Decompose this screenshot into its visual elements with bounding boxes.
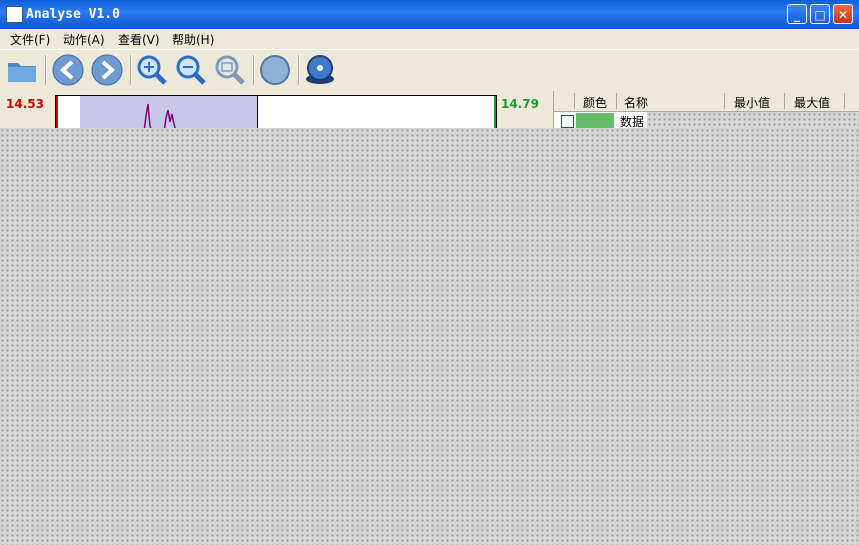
range-min-label: 14.53: [6, 97, 44, 111]
row-color-swatch[interactable]: [576, 113, 614, 128]
column-header-name[interactable]: 名称: [624, 94, 648, 111]
column-header-color[interactable]: 颜色: [583, 94, 607, 111]
column-divider[interactable]: [574, 93, 575, 109]
close-button[interactable]: ✕: [833, 4, 853, 24]
zoom-reset-icon[interactable]: [213, 53, 247, 87]
column-divider[interactable]: [616, 93, 617, 109]
zoom-out-icon[interactable]: [174, 53, 208, 87]
maximize-button[interactable]: □: [810, 4, 830, 24]
toolbar-separator: [45, 55, 47, 85]
obscured-region: [647, 112, 859, 128]
obscured-region: [0, 128, 859, 545]
menu-bar: 文件(F) 动作(A) 查看(V) 帮助(H): [0, 29, 859, 49]
zoom-in-icon[interactable]: [135, 53, 169, 87]
folder-open-icon[interactable]: [6, 53, 40, 87]
title-bar[interactable]: Analyse V1.0 _ □ ✕: [0, 0, 859, 29]
column-divider[interactable]: [844, 93, 845, 109]
toolbar-separator: [298, 55, 300, 85]
range-max-label: 14.79: [501, 97, 539, 111]
column-divider[interactable]: [784, 93, 785, 109]
app-icon: [6, 6, 23, 23]
circle-icon[interactable]: [258, 53, 292, 87]
menu-help[interactable]: 帮助(H): [172, 31, 214, 48]
grid-header: 颜色 名称 最小值 最大值: [554, 91, 859, 112]
column-header-min[interactable]: 最小值: [734, 94, 770, 111]
toolbar: [0, 49, 859, 92]
forward-arrow-icon[interactable]: [90, 53, 124, 87]
disk-icon[interactable]: [303, 53, 337, 87]
column-divider[interactable]: [724, 93, 725, 109]
toolbar-separator: [253, 55, 255, 85]
menu-file[interactable]: 文件(F): [10, 31, 50, 48]
row-checkbox[interactable]: [561, 115, 574, 128]
menu-view[interactable]: 查看(V): [118, 31, 160, 48]
toolbar-separator: [130, 55, 132, 85]
window-title: Analyse V1.0: [26, 7, 120, 22]
column-header-max[interactable]: 最大值: [794, 94, 830, 111]
menu-action[interactable]: 动作(A): [63, 31, 105, 48]
back-arrow-icon[interactable]: [51, 53, 85, 87]
minimize-button[interactable]: _: [787, 4, 807, 24]
